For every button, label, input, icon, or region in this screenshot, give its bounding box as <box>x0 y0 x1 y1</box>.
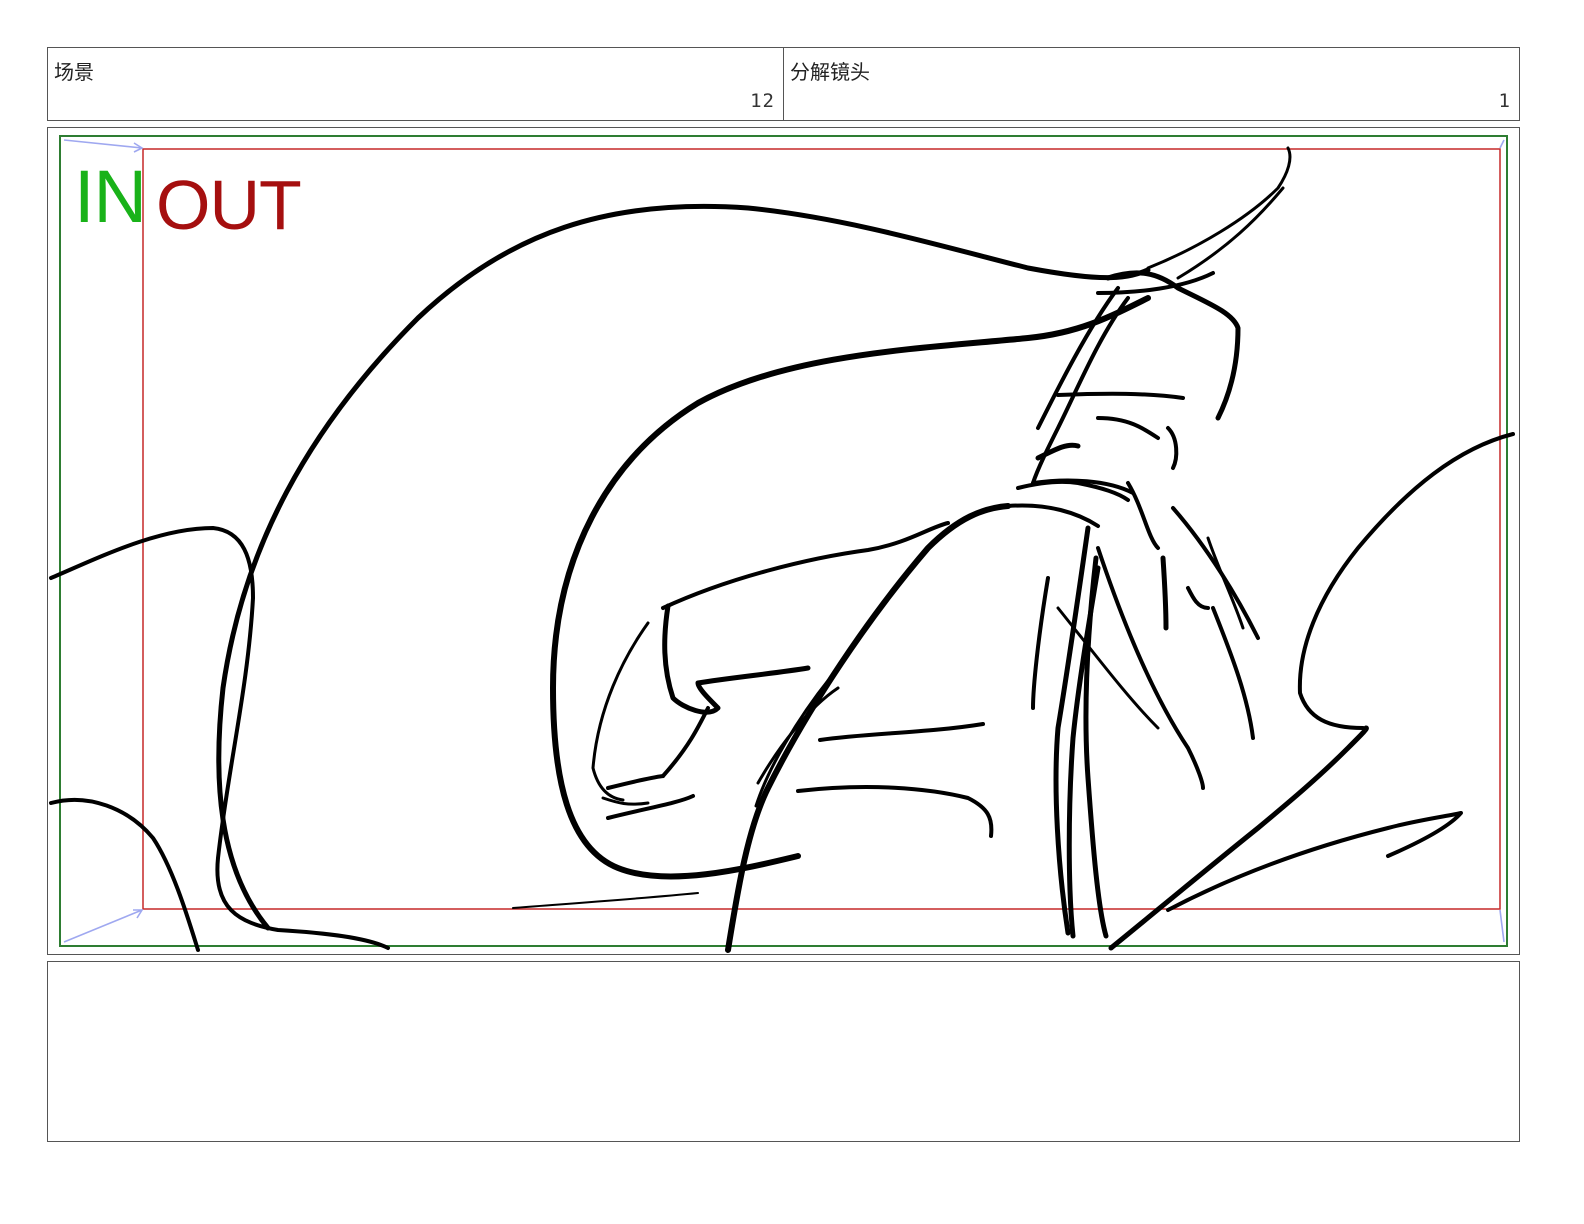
out-frame-label: OUT <box>156 166 302 244</box>
scene-label: 场景 <box>54 60 94 84</box>
in-frame-label: IN <box>74 155 147 238</box>
storyboard-panel: IN OUT <box>47 127 1520 955</box>
scene-number: 12 <box>750 90 775 112</box>
shot-number: 1 <box>1498 90 1511 112</box>
sketch-strokes <box>49 146 1515 953</box>
sketch-drawing <box>49 135 1515 953</box>
in-frame-guide <box>59 135 1508 947</box>
notes-box <box>47 961 1520 1142</box>
scene-cell: 场景 12 <box>47 47 784 121</box>
corner-arrows <box>63 139 1505 943</box>
shot-cell: 分解镜头 1 <box>783 47 1520 121</box>
shot-label: 分解镜头 <box>790 60 870 84</box>
